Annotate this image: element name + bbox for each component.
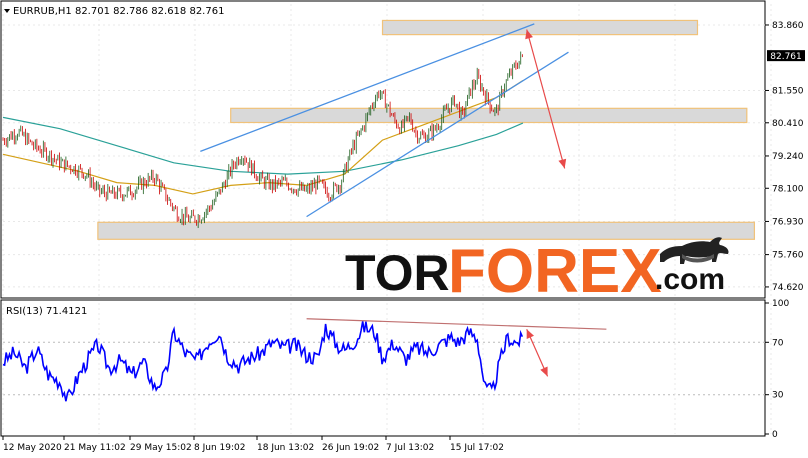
symbol-ohlc-text: EURRUB,H1 82.701 82.786 82.618 82.761 — [13, 6, 224, 17]
time-tick-label: 8 Jun 19:02 — [194, 443, 245, 453]
logo-text-forex: FOREX — [448, 237, 662, 306]
current-price-marker: 82.761 — [767, 50, 805, 62]
price-tick-label: 75.760 — [772, 251, 804, 261]
logo-text-com: .com — [655, 263, 725, 296]
symbol-header: EURRUB,H1 82.701 82.786 82.618 82.761 — [4, 6, 224, 17]
time-tick-label: 15 Jul 17:02 — [450, 443, 504, 453]
time-tick-label: 21 May 11:02 — [64, 443, 126, 453]
price-tick-label: 79.240 — [772, 152, 804, 162]
rsi-tick-label: 30 — [772, 391, 784, 401]
rsi-tick-label: 70 — [772, 338, 784, 348]
rsi-tick-label: 0 — [772, 430, 778, 440]
price-tick-label: 78.100 — [772, 184, 804, 194]
price-pane: 83.860 81.550 80.410 79.240 78.100 76.930 75.7… — [0, 0, 805, 306]
time-tick-label: 18 Jun 13:02 — [257, 443, 314, 453]
time-tick-label: 29 May 15:02 — [130, 443, 192, 453]
rsi-header: RSI(13) 71.4121 — [6, 306, 87, 317]
time-tick-label: 7 Jul 13:02 — [386, 443, 434, 453]
trading-chart: 83.860 81.550 80.410 79.240 78.100 76.930 75.7… — [0, 0, 808, 458]
rsi-pane: 100 70 30 0 RSI(13) 71.4121 — [0, 299, 789, 440]
rsi-tick-label: 100 — [772, 299, 789, 309]
price-tick-label: 74.620 — [772, 283, 804, 293]
price-tick-label: 83.860 — [772, 21, 804, 31]
torforex-logo: TOR FOREX .com — [345, 237, 729, 306]
logo-text-tor: TOR — [345, 245, 450, 301]
price-tick-label: 81.550 — [772, 86, 804, 96]
resistance-zone — [381, 19, 699, 36]
price-tick-label: 76.930 — [772, 217, 804, 227]
time-tick-label: 26 Jun 19:02 — [322, 443, 379, 453]
current-price-label: 82.761 — [770, 52, 802, 62]
time-tick-label: 12 May 2020 — [3, 443, 62, 453]
price-tick-label: 80.410 — [772, 119, 804, 129]
